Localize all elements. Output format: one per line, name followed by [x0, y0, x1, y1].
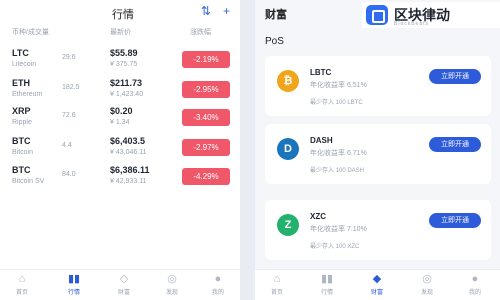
min-deposit: 最少存入 100 XZC — [310, 244, 360, 250]
nav-label: 财富 — [117, 290, 130, 296]
price-cny: ¥ 1.34 — [110, 119, 130, 126]
volume: 182.5 — [62, 84, 80, 91]
col-change-header: 涨跌幅 — [190, 29, 211, 36]
coin-name: DASH — [310, 136, 333, 145]
volume: 84.0 — [62, 171, 76, 178]
price-cny: ¥ 1,423.40 — [110, 91, 144, 98]
nav-wealth[interactable]: ◆ 财富 — [365, 273, 389, 296]
change-badge: -2.95% — [182, 81, 230, 98]
user-icon: ● — [471, 273, 479, 285]
apy-text: 年化收益率 7.10% — [310, 226, 367, 233]
nav-label: 我的 — [211, 290, 224, 296]
open-button[interactable]: 立即开通 — [429, 69, 481, 84]
add-icon[interactable]: + — [223, 4, 230, 18]
price: $211.73 — [110, 78, 143, 88]
diamond-icon: ◇ — [119, 273, 129, 285]
nav-market[interactable]: ▮▮ 行情 — [315, 273, 339, 296]
nav-label: 行情 — [67, 290, 80, 296]
market-row[interactable]: XRP Ripple 72.6 $0.20 ¥ 1.34 -3.40% — [0, 104, 240, 134]
market-screen: 行情 ⇅ + 币种/成交量 最新价 涨跌幅 LTC Litecoin 29.6 $… — [0, 0, 240, 300]
min-deposit: 最少存入 100 LBTC — [310, 100, 363, 106]
blockbeats-logo: 区块律动 BlockBeats — [362, 2, 500, 28]
nav-label: 发现 — [165, 290, 178, 296]
chart-icon: ▮▮ — [320, 273, 334, 285]
dash-coin-icon: D — [277, 138, 299, 160]
open-button[interactable]: 立即开通 — [429, 213, 481, 228]
min-deposit: 最少存入 100 DASH — [310, 168, 365, 174]
change-badge: -3.40% — [182, 109, 230, 126]
volume: 29.6 — [62, 54, 76, 61]
symbol: ETH — [12, 78, 30, 88]
nav-label: 首页 — [15, 290, 28, 296]
nav-wealth[interactable]: ◇ 财富 — [112, 273, 136, 296]
nav-label: 我的 — [468, 290, 481, 296]
wealth-screen: 财富 区块律动 BlockBeats PoS ₿ LBTC 年化收益率 6.51… — [255, 0, 500, 300]
nav-label: 首页 — [270, 290, 283, 296]
change-badge: -2.97% — [182, 139, 230, 156]
home-icon: ⌂ — [273, 273, 281, 285]
nav-label: 行情 — [320, 290, 333, 296]
logo-subtext: BlockBeats — [394, 21, 430, 27]
change-badge: -4.29% — [182, 168, 230, 185]
coin-name: Bitcoin — [12, 149, 34, 156]
swap-icon[interactable]: ⇅ — [201, 4, 211, 18]
coin-name: Bitcoin SV — [12, 178, 45, 185]
market-header: 行情 ⇅ + — [0, 0, 240, 24]
col-name-header: 币种/成交量 — [12, 29, 49, 36]
xzc-coin-icon: Z — [277, 214, 299, 236]
nav-home[interactable]: ⌂ 首页 — [10, 273, 34, 296]
price-cny: ¥ 43,046.11 — [110, 149, 147, 156]
coin-name: XZC — [310, 212, 326, 221]
price: $0.20 — [110, 106, 133, 116]
nav-label: 财富 — [370, 290, 383, 296]
market-title: 行情 — [112, 9, 134, 21]
symbol: XRP — [12, 106, 31, 116]
bottom-nav: ⌂ 首页 ▮▮ 行情 ◇ 财富 ◎ 发现 ● 我的 — [0, 269, 240, 300]
change-badge: -2.19% — [182, 51, 230, 68]
compass-icon: ◎ — [167, 273, 177, 285]
nav-me[interactable]: ● 我的 — [463, 273, 487, 296]
price-cny: ¥ 42,933.11 — [110, 178, 147, 185]
symbol: BTC — [12, 165, 31, 175]
wealth-title: 财富 — [265, 9, 287, 21]
nav-discover[interactable]: ◎ 发现 — [160, 273, 184, 296]
nav-discover[interactable]: ◎ 发现 — [415, 273, 439, 296]
volume: 72.6 — [62, 112, 76, 119]
coin-name: Ethereum — [12, 91, 43, 98]
pos-section-title: PoS — [265, 36, 284, 47]
bottom-nav: ⌂ 首页 ▮▮ 行情 ◆ 财富 ◎ 发现 ● 我的 — [255, 269, 500, 300]
pos-card[interactable]: ₿ LBTC 年化收益率 6.51% 最少存入 100 LBTC 立即开通 — [265, 56, 491, 116]
price: $6,403.5 — [110, 136, 146, 146]
symbol: LTC — [12, 48, 29, 58]
nav-me[interactable]: ● 我的 — [206, 273, 230, 296]
pos-card[interactable]: D DASH 年化收益率 6.71% 最少存入 100 DASH 立即开通 — [265, 124, 491, 184]
nav-market[interactable]: ▮▮ 行情 — [62, 273, 86, 296]
symbol: BTC — [12, 136, 31, 146]
price: $6,386.11 — [110, 165, 150, 175]
market-row[interactable]: BTC Bitcoin 4.4 $6,403.5 ¥ 43,046.11 -2.… — [0, 134, 240, 164]
nav-label: 发现 — [420, 290, 433, 296]
volume: 4.4 — [62, 142, 72, 149]
open-button[interactable]: 立即开通 — [429, 137, 481, 152]
apy-text: 年化收益率 6.51% — [310, 82, 367, 89]
market-row[interactable]: BTC Bitcoin SV 84.0 $6,386.11 ¥ 42,933.1… — [0, 163, 240, 193]
lbtc-coin-icon: ₿ — [277, 70, 299, 92]
market-row[interactable]: ETH Ethereum 182.5 $211.73 ¥ 1,423.40 -2… — [0, 76, 240, 106]
user-icon: ● — [214, 273, 222, 285]
compass-icon: ◎ — [422, 273, 432, 285]
price-cny: ¥ 375.75 — [110, 61, 138, 68]
diamond-icon: ◆ — [372, 273, 382, 285]
price: $55.89 — [110, 48, 138, 58]
apy-text: 年化收益率 6.71% — [310, 150, 367, 157]
coin-name: Ripple — [12, 119, 32, 126]
market-row[interactable]: LTC Litecoin 29.6 $55.89 ¥ 375.75 -2.19% — [0, 46, 240, 76]
logo-mark-icon — [366, 5, 388, 25]
coin-name: LBTC — [310, 68, 332, 77]
nav-home[interactable]: ⌂ 首页 — [265, 273, 289, 296]
col-price-header: 最新价 — [110, 29, 131, 36]
pos-card[interactable]: Z XZC 年化收益率 7.10% 最少存入 100 XZC 立即开通 — [265, 200, 491, 260]
coin-name: Litecoin — [12, 61, 37, 68]
home-icon: ⌂ — [18, 273, 26, 285]
chart-icon: ▮▮ — [67, 273, 81, 285]
